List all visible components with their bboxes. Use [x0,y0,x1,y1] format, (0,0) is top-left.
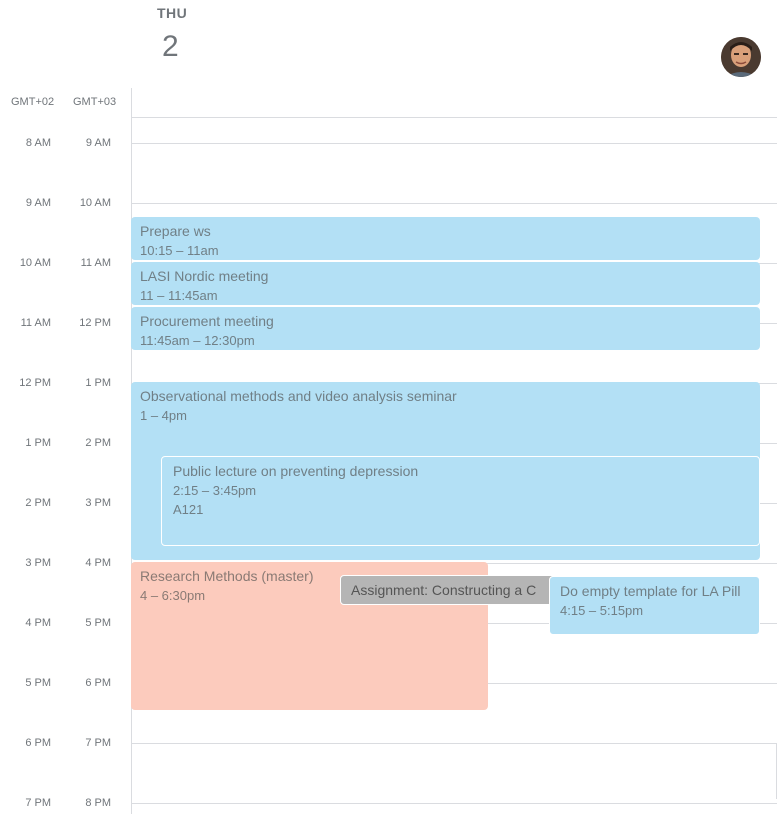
event-title: Do empty template for LA Pill [560,583,741,599]
time-label-tz2: 12 PM [79,317,111,329]
time-label-tz1: 10 AM [19,257,51,269]
hour-gridline [131,143,777,144]
time-label-tz1: 6 PM [25,737,51,749]
event-title: LASI Nordic meeting [140,268,269,284]
event-time: 10:15 – 11am [140,243,219,258]
time-label-tz1: 5 PM [25,677,51,689]
time-label-tz2: 4 PM [85,557,111,569]
time-label-tz1: 11 AM [20,317,51,329]
hour-gridline [131,743,777,744]
time-label-tz1: 12 PM [19,377,51,389]
hour-gridline [131,203,777,204]
time-label-tz2: 2 PM [85,437,111,449]
time-label-tz2: 1 PM [85,377,111,389]
time-label-tz1: 7 PM [25,797,51,809]
hour-gridline [131,803,777,804]
time-label-tz2: 7 PM [85,737,111,749]
time-label-tz2: 6 PM [85,677,111,689]
event-time: 11:45am – 12:30pm [140,333,255,348]
event-title: Public lecture on preventing depression [173,463,419,479]
event-location: A121 [173,502,204,517]
timezone-primary-label: GMT+02 [11,96,55,108]
time-label-tz1: 9 AM [25,197,51,209]
event-title: Prepare ws [140,223,211,239]
time-label-tz2: 3 PM [85,497,111,509]
event-empty-template[interactable]: Do empty template for LA Pill 4:15 – 5:1… [549,576,760,635]
day-number[interactable]: 2 [162,30,179,64]
avatar-photo-icon [721,37,761,77]
user-avatar[interactable] [721,37,761,77]
event-lasi-nordic-meeting[interactable]: LASI Nordic meeting 11 – 11:45am [131,262,760,305]
event-time: 1 – 4pm [140,408,187,423]
time-label-tz1: 4 PM [25,617,51,629]
time-label-tz1: 2 PM [25,497,51,509]
event-time: 4:15 – 5:15pm [560,603,644,618]
time-label-tz2: 5 PM [85,617,111,629]
time-label-tz1: 8 AM [25,137,51,149]
event-procurement-meeting[interactable]: Procurement meeting 11:45am – 12:30pm [131,307,760,350]
event-title: Assignment: Constructing a C [351,582,537,598]
header-divider [131,117,777,118]
event-time: 2:15 – 3:45pm [173,483,257,498]
event-assignment-task[interactable]: Assignment: Constructing a C [340,575,555,605]
event-title: Procurement meeting [140,313,274,329]
time-label-tz2: 8 PM [85,797,111,809]
day-name: THU [157,5,188,21]
header-divider-vertical [131,88,132,118]
event-time: 11 – 11:45am [140,288,218,303]
timezone-secondary-label: GMT+03 [73,96,117,108]
time-label-tz1: 3 PM [25,557,51,569]
event-public-lecture[interactable]: Public lecture on preventing depression … [161,456,760,546]
time-label-tz2: 10 AM [79,197,111,209]
time-label-tz1: 1 PM [25,437,51,449]
time-label-tz2: 11 AM [80,257,111,269]
time-label-tz2: 9 AM [85,137,111,149]
event-prepare-ws[interactable]: Prepare ws 10:15 – 11am [131,217,760,260]
event-title: Observational methods and video analysis… [140,388,457,404]
